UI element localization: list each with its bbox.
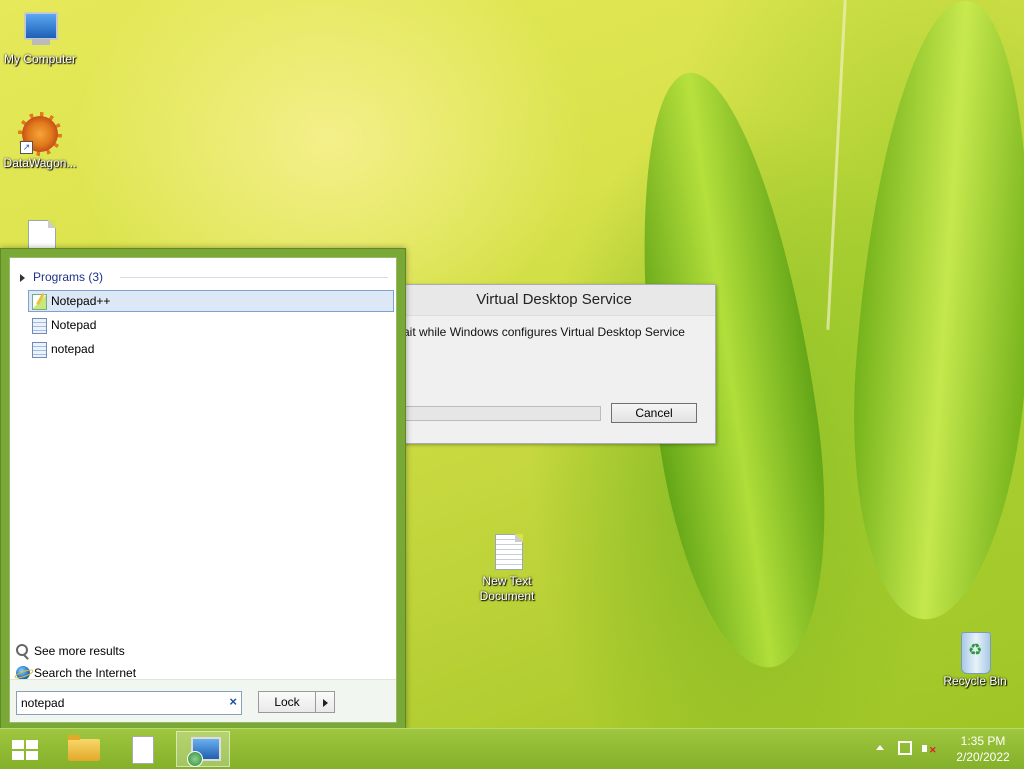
notepad-plus-plus-icon (32, 294, 47, 310)
dialog-title: Virtual Desktop Service (393, 285, 715, 316)
power-options-arrow-button[interactable] (316, 691, 335, 713)
taskbar-text-document[interactable] (116, 731, 170, 767)
result-notepad[interactable]: Notepad (28, 314, 394, 336)
clock-date: 2/20/2022 (956, 750, 1010, 764)
result-label: Notepad++ (51, 294, 111, 308)
group-divider (120, 277, 388, 278)
file-explorer-icon (68, 735, 100, 761)
recycle-bin-icon (955, 632, 995, 674)
notepad-icon (32, 342, 47, 358)
notepad-icon (32, 318, 47, 334)
dialog-message: ait while Windows configures Virtual Des… (403, 325, 685, 339)
volume-muted-icon[interactable] (922, 742, 937, 756)
search-box: × (16, 691, 242, 715)
result-label: notepad (51, 342, 95, 356)
desktop-icon-label: Recycle Bin (943, 674, 1007, 688)
start-button[interactable] (0, 731, 54, 767)
search-icon (16, 644, 28, 656)
desktop-icon-datawagon[interactable]: ↗ DataWagon... (0, 112, 80, 171)
start-menu-results-pane: Programs (3) Notepad++ Notepad notepad S… (9, 257, 397, 723)
desktop-icon-label: My Computer (3, 52, 77, 66)
taskbar: 1:35 PM 2/20/2022 (0, 728, 1024, 769)
progress-bar (401, 406, 601, 421)
text-document-icon (132, 736, 154, 764)
show-hidden-icons-arrow[interactable] (876, 745, 884, 750)
start-menu-bottom-bar: × Lock (10, 679, 396, 722)
result-notepad-plus-plus[interactable]: Notepad++ (28, 290, 394, 312)
expand-arrow-icon (20, 273, 25, 282)
internet-explorer-icon (16, 666, 30, 680)
remote-desktop-icon (187, 737, 221, 767)
result-label: Notepad (51, 318, 97, 332)
cancel-button[interactable]: Cancel (611, 403, 697, 423)
text-document-icon (487, 532, 527, 572)
wallpaper-stem (826, 0, 847, 330)
clock-time: 1:35 PM (960, 734, 1006, 748)
search-internet-label: Search the Internet (34, 666, 137, 680)
programs-group-header[interactable]: Programs (3) (20, 270, 388, 286)
network-icon[interactable] (898, 741, 912, 755)
desktop-icon-new-text-document[interactable]: New Text Document (467, 532, 547, 604)
clear-search-icon[interactable]: × (229, 694, 237, 709)
desktop-icon-my-computer[interactable]: My Computer (0, 10, 80, 67)
desktop-icon-recycle-bin[interactable]: Recycle Bin (935, 632, 1015, 689)
desktop-icon-label: New Text Document (479, 574, 535, 603)
wallpaper-leaf-right (838, 0, 1024, 626)
start-menu: Programs (3) Notepad++ Notepad notepad S… (0, 248, 406, 730)
result-notepad-lowercase[interactable]: notepad (28, 338, 394, 360)
taskbar-file-explorer[interactable] (56, 731, 110, 767)
taskbar-clock[interactable]: 1:35 PM 2/20/2022 (948, 733, 1018, 765)
my-computer-icon (20, 10, 60, 50)
lock-button[interactable]: Lock (258, 691, 316, 713)
virtual-desktop-service-dialog: Virtual Desktop Service ait while Window… (392, 284, 716, 444)
start-icon (12, 740, 38, 760)
search-input[interactable] (21, 694, 217, 712)
shortcut-arrow-icon: ↗ (20, 141, 33, 154)
programs-group-label: Programs (3) (33, 270, 104, 284)
taskbar-remote-desktop[interactable] (176, 731, 230, 767)
desktop-icon-label: DataWagon... (3, 156, 77, 170)
see-more-results-link[interactable]: See more results (16, 642, 125, 660)
datawagon-icon: ↗ (18, 112, 62, 156)
see-more-results-label: See more results (34, 644, 125, 658)
search-results-list: Notepad++ Notepad notepad (28, 290, 394, 362)
